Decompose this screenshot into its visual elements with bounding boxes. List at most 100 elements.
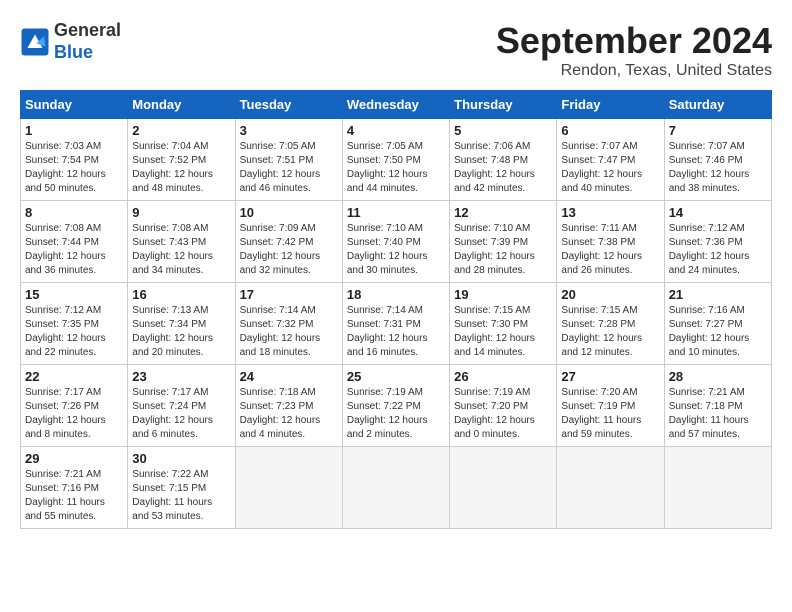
calendar-row: 22 Sunrise: 7:17 AMSunset: 7:26 PMDayligh…: [21, 365, 772, 447]
day-info: Sunrise: 7:19 AMSunset: 7:20 PMDaylight:…: [454, 386, 552, 442]
logo-icon: [20, 27, 50, 57]
month-title: September 2024: [496, 20, 772, 62]
table-row: 13 Sunrise: 7:11 AMSunset: 7:38 PMDayligh…: [557, 201, 664, 283]
table-row: 24 Sunrise: 7:18 AMSunset: 7:23 PMDayligh…: [235, 365, 342, 447]
table-row: 29Sunrise: 7:21 AMSunset: 7:16 PMDayligh…: [21, 447, 128, 529]
day-number: 3: [240, 123, 338, 138]
table-row: 20Sunrise: 7:15 AMSunset: 7:28 PMDayligh…: [557, 283, 664, 365]
table-row: [557, 447, 664, 529]
day-info: Sunrise: 7:13 AMSunset: 7:34 PMDaylight:…: [132, 304, 230, 360]
day-info: Sunrise: 7:08 AMSunset: 7:43 PMDaylight:…: [132, 222, 230, 278]
table-row: 23 Sunrise: 7:17 AMSunset: 7:24 PMDayligh…: [128, 365, 235, 447]
day-info: Sunrise: 7:05 AMSunset: 7:51 PMDaylight:…: [240, 140, 338, 196]
day-info: Sunrise: 7:11 AMSunset: 7:38 PMDaylight:…: [561, 222, 659, 278]
col-wednesday: Wednesday: [342, 91, 449, 119]
day-number: 28: [669, 369, 767, 384]
table-row: 16 Sunrise: 7:13 AMSunset: 7:34 PMDayligh…: [128, 283, 235, 365]
col-monday: Monday: [128, 91, 235, 119]
logo-text: General Blue: [54, 20, 121, 63]
day-info: Sunrise: 7:03 AMSunset: 7:54 PMDaylight:…: [25, 140, 123, 196]
table-row: 5 Sunrise: 7:06 AMSunset: 7:48 PMDaylight…: [450, 119, 557, 201]
day-number: 22: [25, 369, 123, 384]
calendar-table: Sunday Monday Tuesday Wednesday Thursday…: [20, 90, 772, 529]
table-row: 6 Sunrise: 7:07 AMSunset: 7:47 PMDaylight…: [557, 119, 664, 201]
day-info: Sunrise: 7:04 AMSunset: 7:52 PMDaylight:…: [132, 140, 230, 196]
day-info: Sunrise: 7:17 AMSunset: 7:26 PMDaylight:…: [25, 386, 123, 442]
calendar-row: 29Sunrise: 7:21 AMSunset: 7:16 PMDayligh…: [21, 447, 772, 529]
day-number: 12: [454, 205, 552, 220]
day-number: 23: [132, 369, 230, 384]
table-row: 18 Sunrise: 7:14 AMSunset: 7:31 PMDayligh…: [342, 283, 449, 365]
table-row: 8 Sunrise: 7:08 AMSunset: 7:44 PMDaylight…: [21, 201, 128, 283]
table-row: 21Sunrise: 7:16 AMSunset: 7:27 PMDayligh…: [664, 283, 771, 365]
location-title: Rendon, Texas, United States: [496, 62, 772, 80]
table-row: 11 Sunrise: 7:10 AMSunset: 7:40 PMDayligh…: [342, 201, 449, 283]
table-row: 9 Sunrise: 7:08 AMSunset: 7:43 PMDaylight…: [128, 201, 235, 283]
day-info: Sunrise: 7:17 AMSunset: 7:24 PMDaylight:…: [132, 386, 230, 442]
table-row: 4 Sunrise: 7:05 AMSunset: 7:50 PMDaylight…: [342, 119, 449, 201]
day-number: 17: [240, 287, 338, 302]
calendar-row: 1 Sunrise: 7:03 AMSunset: 7:54 PMDaylight…: [21, 119, 772, 201]
day-number: 10: [240, 205, 338, 220]
day-number: 9: [132, 205, 230, 220]
day-number: 2: [132, 123, 230, 138]
calendar-row: 15Sunrise: 7:12 AMSunset: 7:35 PMDayligh…: [21, 283, 772, 365]
calendar-header-row: Sunday Monday Tuesday Wednesday Thursday…: [21, 91, 772, 119]
table-row: 17 Sunrise: 7:14 AMSunset: 7:32 PMDayligh…: [235, 283, 342, 365]
table-row: [450, 447, 557, 529]
day-info: Sunrise: 7:10 AMSunset: 7:40 PMDaylight:…: [347, 222, 445, 278]
day-info: Sunrise: 7:07 AMSunset: 7:46 PMDaylight:…: [669, 140, 767, 196]
day-info: Sunrise: 7:20 AMSunset: 7:19 PMDaylight:…: [561, 386, 659, 442]
table-row: 7 Sunrise: 7:07 AMSunset: 7:46 PMDaylight…: [664, 119, 771, 201]
day-info: Sunrise: 7:22 AMSunset: 7:15 PMDaylight:…: [132, 468, 230, 524]
day-number: 7: [669, 123, 767, 138]
day-number: 27: [561, 369, 659, 384]
table-row: [664, 447, 771, 529]
day-info: Sunrise: 7:06 AMSunset: 7:48 PMDaylight:…: [454, 140, 552, 196]
day-number: 14: [669, 205, 767, 220]
day-info: Sunrise: 7:05 AMSunset: 7:50 PMDaylight:…: [347, 140, 445, 196]
day-number: 13: [561, 205, 659, 220]
day-info: Sunrise: 7:15 AMSunset: 7:28 PMDaylight:…: [561, 304, 659, 360]
day-number: 25: [347, 369, 445, 384]
table-row: 22 Sunrise: 7:17 AMSunset: 7:26 PMDayligh…: [21, 365, 128, 447]
day-number: 11: [347, 205, 445, 220]
day-info: Sunrise: 7:08 AMSunset: 7:44 PMDaylight:…: [25, 222, 123, 278]
table-row: [342, 447, 449, 529]
day-info: Sunrise: 7:12 AMSunset: 7:36 PMDaylight:…: [669, 222, 767, 278]
table-row: 10Sunrise: 7:09 AMSunset: 7:42 PMDayligh…: [235, 201, 342, 283]
table-row: [235, 447, 342, 529]
day-number: 19: [454, 287, 552, 302]
table-row: 25Sunrise: 7:19 AMSunset: 7:22 PMDayligh…: [342, 365, 449, 447]
day-info: Sunrise: 7:14 AMSunset: 7:31 PMDaylight:…: [347, 304, 445, 360]
table-row: 3 Sunrise: 7:05 AMSunset: 7:51 PMDaylight…: [235, 119, 342, 201]
day-number: 24: [240, 369, 338, 384]
day-number: 1: [25, 123, 123, 138]
day-info: Sunrise: 7:18 AMSunset: 7:23 PMDaylight:…: [240, 386, 338, 442]
day-number: 30: [132, 451, 230, 466]
day-number: 5: [454, 123, 552, 138]
day-info: Sunrise: 7:07 AMSunset: 7:47 PMDaylight:…: [561, 140, 659, 196]
col-friday: Friday: [557, 91, 664, 119]
day-info: Sunrise: 7:21 AMSunset: 7:18 PMDaylight:…: [669, 386, 767, 442]
table-row: 2 Sunrise: 7:04 AMSunset: 7:52 PMDaylight…: [128, 119, 235, 201]
table-row: 30 Sunrise: 7:22 AMSunset: 7:15 PMDayligh…: [128, 447, 235, 529]
day-number: 16: [132, 287, 230, 302]
table-row: 26 Sunrise: 7:19 AMSunset: 7:20 PMDayligh…: [450, 365, 557, 447]
day-number: 4: [347, 123, 445, 138]
day-info: Sunrise: 7:12 AMSunset: 7:35 PMDaylight:…: [25, 304, 123, 360]
table-row: 14 Sunrise: 7:12 AMSunset: 7:36 PMDayligh…: [664, 201, 771, 283]
day-info: Sunrise: 7:14 AMSunset: 7:32 PMDaylight:…: [240, 304, 338, 360]
day-number: 18: [347, 287, 445, 302]
table-row: 28 Sunrise: 7:21 AMSunset: 7:18 PMDayligh…: [664, 365, 771, 447]
day-info: Sunrise: 7:10 AMSunset: 7:39 PMDaylight:…: [454, 222, 552, 278]
day-number: 8: [25, 205, 123, 220]
day-number: 21: [669, 287, 767, 302]
day-number: 6: [561, 123, 659, 138]
day-info: Sunrise: 7:21 AMSunset: 7:16 PMDaylight:…: [25, 468, 123, 524]
col-tuesday: Tuesday: [235, 91, 342, 119]
table-row: 12 Sunrise: 7:10 AMSunset: 7:39 PMDayligh…: [450, 201, 557, 283]
day-number: 26: [454, 369, 552, 384]
table-row: 1 Sunrise: 7:03 AMSunset: 7:54 PMDaylight…: [21, 119, 128, 201]
table-row: 27 Sunrise: 7:20 AMSunset: 7:19 PMDayligh…: [557, 365, 664, 447]
